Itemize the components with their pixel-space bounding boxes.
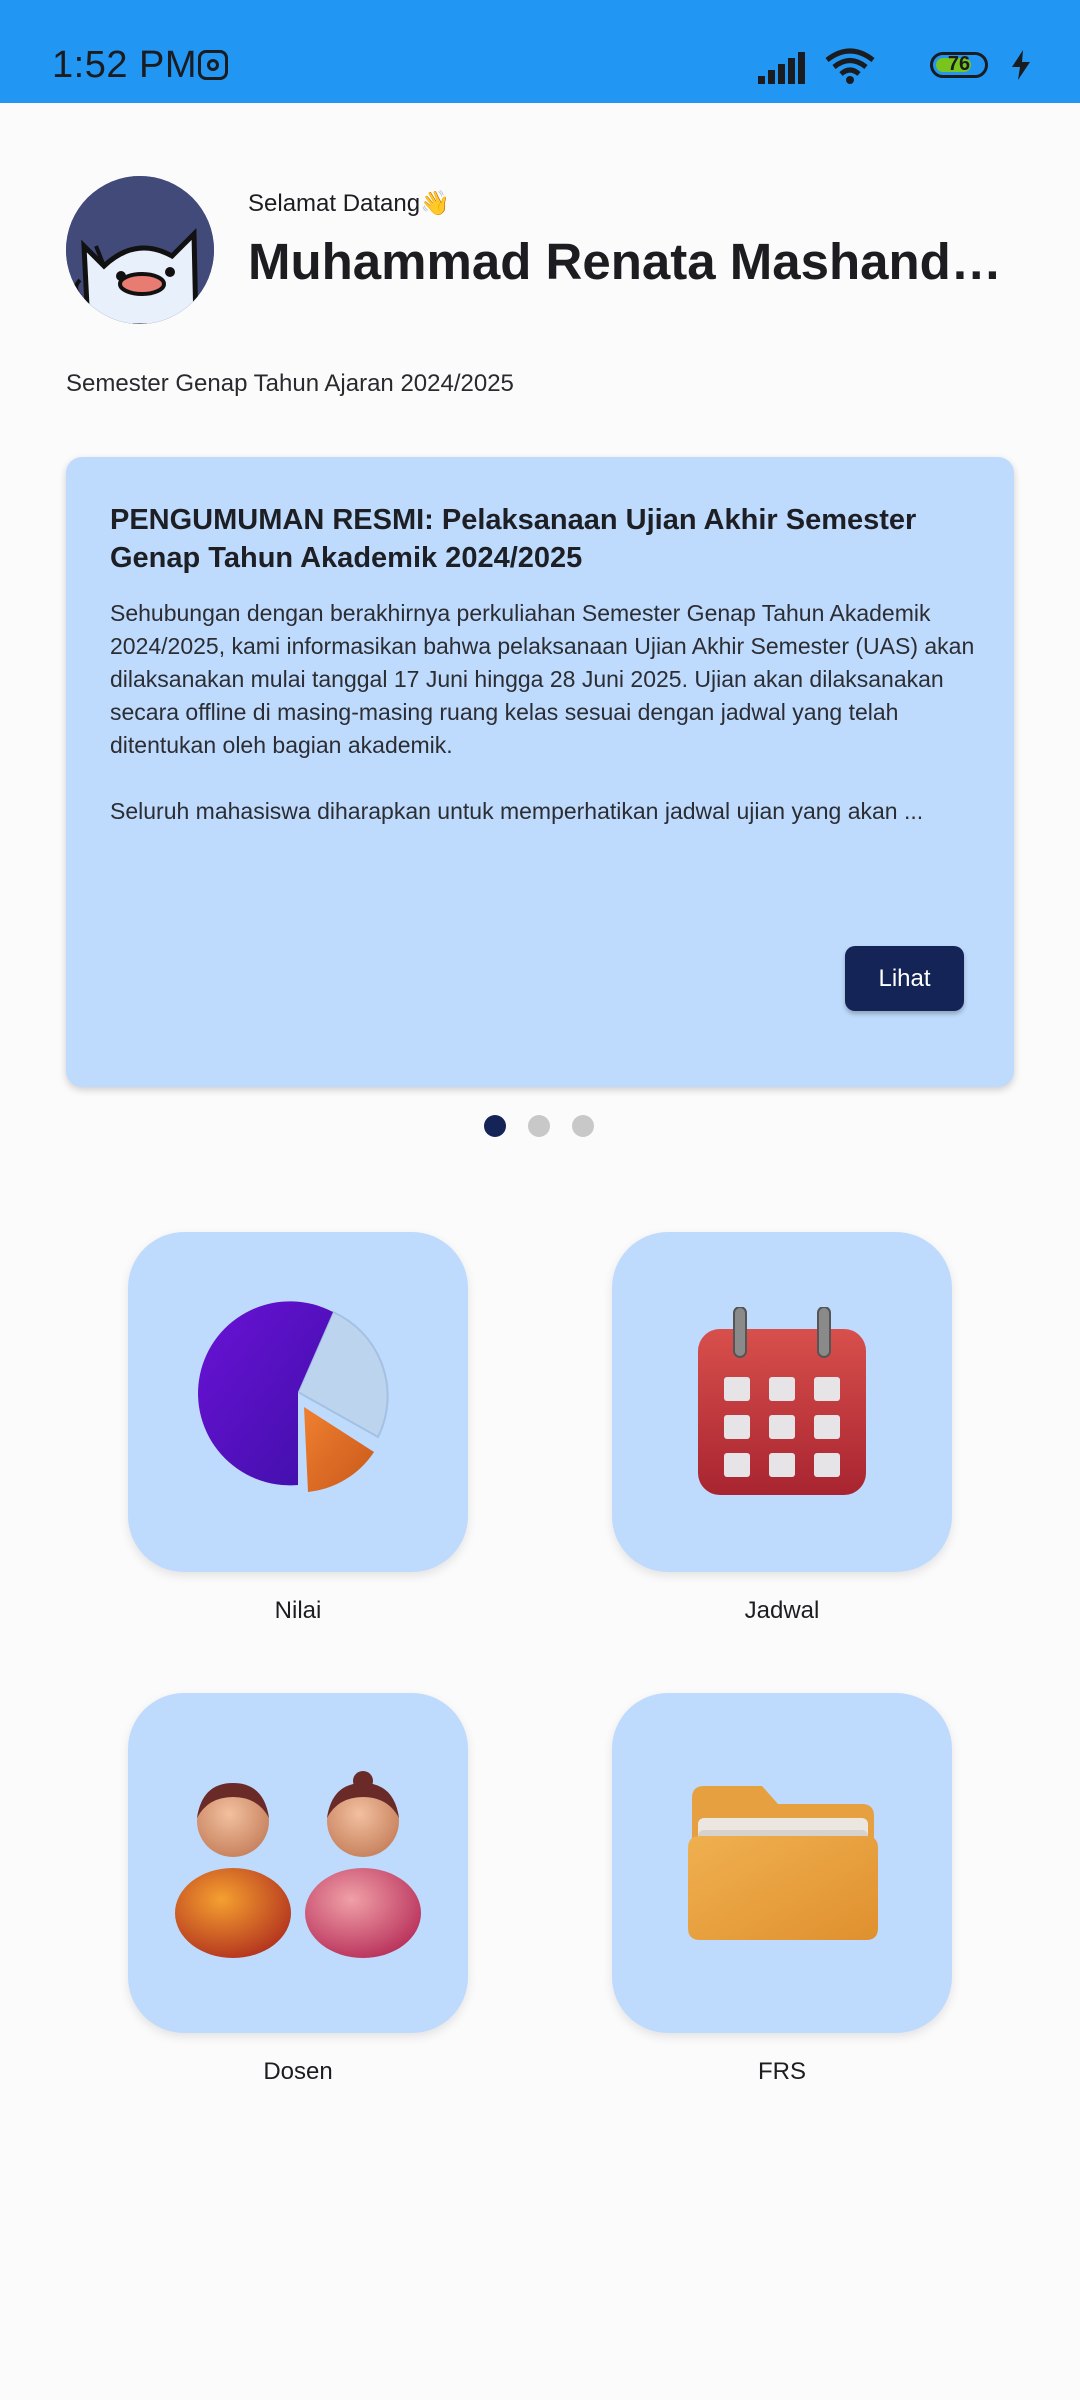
carousel-dot[interactable]	[528, 1115, 550, 1137]
menu-label-jadwal: Jadwal	[744, 1597, 820, 1624]
status-icons: 76	[758, 46, 1040, 86]
announcement-paragraph: Seluruh mahasiswa diharapkan untuk mempe…	[110, 798, 924, 824]
lihat-button[interactable]: Lihat	[845, 946, 964, 1011]
calendar-icon	[698, 1307, 866, 1495]
notification-icon	[198, 50, 228, 80]
announcement-card[interactable]: PENGUMUMAN RESMI: Pelaksanaan Ujian Akhi…	[66, 457, 1014, 1087]
wifi-icon	[825, 48, 875, 84]
announcement-title: PENGUMUMAN RESMI: Pelaksanaan Ujian Akhi…	[110, 504, 917, 574]
greeting-text: Selamat Datang👋	[248, 190, 450, 217]
status-bar: 1:52 PM 76	[0, 0, 1080, 103]
announcement-paragraph: Sehubungan dengan berakhirnya perkuliaha…	[110, 600, 975, 758]
status-time: 1:52 PM	[52, 44, 198, 86]
charging-icon	[1012, 50, 1030, 80]
cat-avatar-icon	[66, 176, 214, 324]
menu-tile-dosen[interactable]	[128, 1693, 468, 2033]
battery-level: 76	[947, 53, 971, 75]
carousel-dot[interactable]	[572, 1115, 594, 1137]
semester-label: Semester Genap Tahun Ajaran 2024/2025	[66, 370, 514, 397]
menu-label-nilai: Nilai	[274, 1597, 322, 1624]
menu-tile-frs[interactable]	[612, 1693, 952, 2033]
carousel-dot[interactable]	[484, 1115, 506, 1137]
people-icon	[175, 1771, 421, 1958]
menu-label-dosen: Dosen	[263, 2058, 333, 2085]
signal-icon	[758, 52, 805, 84]
announcement-body: Sehubungan dengan berakhirnya perkuliaha…	[110, 597, 980, 828]
menu-tile-jadwal[interactable]	[612, 1232, 952, 1572]
menu-label-frs: FRS	[758, 2058, 806, 2085]
menu-tile-nilai[interactable]	[128, 1232, 468, 1572]
battery-icon: 76	[930, 52, 988, 78]
folder-icon	[688, 1786, 878, 1940]
pie-chart-icon	[198, 1301, 389, 1492]
avatar[interactable]	[66, 176, 214, 324]
user-name: Muhammad Renata Mashanda Putra	[248, 233, 1018, 290]
